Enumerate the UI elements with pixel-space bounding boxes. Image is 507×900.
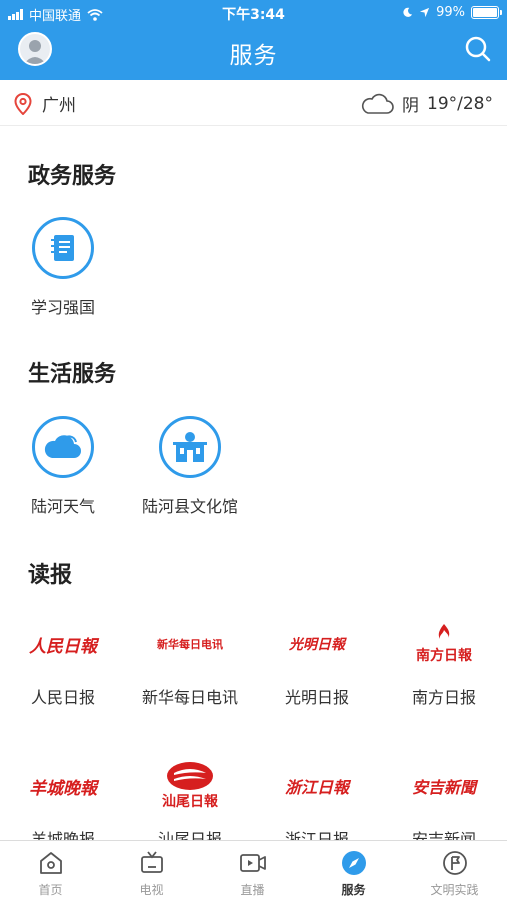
battery-icon — [471, 6, 502, 19]
tv-icon — [138, 849, 166, 877]
location-arrow-icon — [420, 7, 430, 18]
page-title: 服务 — [229, 43, 278, 69]
video-camera-icon — [239, 849, 267, 877]
location-selector[interactable]: 广州 — [14, 91, 76, 116]
notebook-icon — [32, 217, 94, 279]
building-icon — [159, 416, 221, 478]
search-icon[interactable] — [463, 34, 493, 64]
newspaper-logo: 人民日報 — [29, 636, 97, 657]
shanwei-emblem-icon — [167, 762, 213, 790]
newspaper-item-yangcheng[interactable]: 羊城晚報 羊城晚报 — [0, 758, 126, 850]
status-bar: 中国联通 下午3:44 99% — [0, 0, 507, 28]
map-pin-icon — [14, 92, 32, 115]
newspaper-item-nanfang[interactable]: 南方日報 南方日报 — [381, 616, 507, 708]
service-item-weather[interactable]: 陆河天气 — [0, 416, 126, 517]
newspaper-item-anji[interactable]: 安吉新聞 安吉新闻 — [381, 758, 507, 850]
cloud-icon — [361, 93, 394, 114]
tab-label: 服务 — [341, 883, 366, 897]
service-item-cultural-center[interactable]: 陆河县文化馆 — [127, 416, 253, 517]
newspaper-label: 新华每日电讯 — [141, 688, 238, 707]
newspaper-item-shanwei[interactable]: 汕尾日報 汕尾日报 — [127, 758, 253, 850]
service-label: 学习强国 — [30, 298, 95, 317]
weather-temperature: 19°/28° — [427, 93, 493, 114]
tab-civilization[interactable]: 文明实践 — [404, 849, 505, 898]
flame-icon — [438, 624, 450, 639]
app-header: 服务 — [0, 28, 507, 80]
tab-tv[interactable]: 电视 — [101, 849, 202, 898]
battery-percent: 99% — [436, 5, 465, 20]
section-title-gov: 政务服务 — [28, 164, 117, 189]
newspaper-logo: 安吉新聞 — [411, 778, 476, 797]
bottom-tab-bar: 首页 电视 直播 服务 文明实践 — [0, 840, 507, 900]
newspaper-item-xinhua[interactable]: 新华每日电讯 新华每日电讯 — [127, 616, 253, 708]
newspaper-item-guangming[interactable]: 光明日報 光明日报 — [254, 616, 380, 708]
flag-icon — [441, 849, 469, 877]
newspaper-logo: 羊城晚報 — [29, 778, 97, 799]
tab-label: 电视 — [139, 883, 164, 897]
top-bar: 中国联通 下午3:44 99% 服务 — [0, 0, 507, 80]
weather-summary[interactable]: 阴 19°/28° — [360, 91, 493, 116]
service-label: 陆河天气 — [30, 497, 95, 516]
newspaper-item-renmin[interactable]: 人民日報 人民日报 — [0, 616, 126, 708]
location-weather-bar: 广州 阴 19°/28° — [0, 80, 507, 126]
tab-live[interactable]: 直播 — [202, 849, 303, 898]
newspaper-logo: 新华每日电讯 — [157, 638, 223, 651]
service-item-xuexi[interactable]: 学习强国 — [0, 217, 126, 318]
newspaper-logo: 汕尾日報 — [127, 758, 253, 814]
section-title-news: 读报 — [28, 563, 73, 588]
weather-condition: 阴 — [402, 96, 419, 116]
cloud-icon — [32, 416, 94, 478]
moon-icon — [403, 7, 413, 17]
newspaper-logo: 光明日報 — [289, 637, 345, 653]
newspaper-item-zhejiang[interactable]: 浙江日報 浙江日报 — [254, 758, 380, 850]
section-title-life: 生活服务 — [28, 362, 117, 387]
tab-service[interactable]: 服务 — [303, 849, 404, 898]
tab-home[interactable]: 首页 — [0, 849, 101, 898]
newspaper-label: 光明日报 — [284, 688, 349, 707]
newspaper-label: 人民日报 — [30, 688, 95, 707]
home-icon — [37, 849, 65, 877]
tab-label: 首页 — [38, 883, 63, 897]
newspaper-logo: 南方日報 — [381, 616, 507, 672]
tab-label: 直播 — [240, 883, 265, 897]
newspaper-logo: 浙江日報 — [284, 778, 349, 797]
newspaper-label: 南方日报 — [411, 688, 476, 707]
compass-icon — [340, 849, 368, 877]
service-label: 陆河县文化馆 — [141, 497, 238, 516]
city-label: 广州 — [42, 96, 76, 116]
tab-label: 文明实践 — [430, 883, 479, 897]
